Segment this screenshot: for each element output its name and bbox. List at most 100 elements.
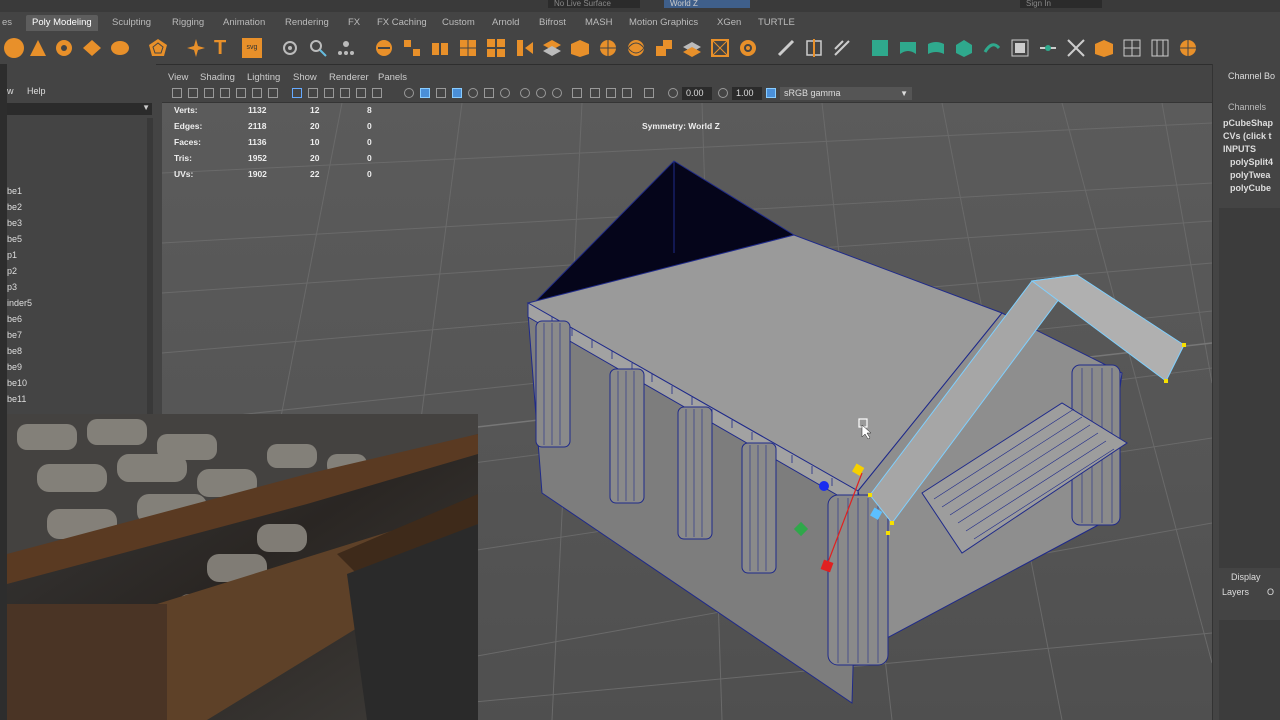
- mirror-icon[interactable]: [514, 38, 534, 58]
- film-gate-icon[interactable]: [252, 88, 262, 98]
- column[interactable]: [741, 442, 777, 574]
- list-item[interactable]: be11: [7, 394, 26, 404]
- input-node[interactable]: polyTwea: [1230, 170, 1270, 180]
- tab-turtle[interactable]: TURTLE: [756, 15, 797, 31]
- color-management-icon[interactable]: [766, 88, 776, 98]
- tab-bifrost[interactable]: Bifrost: [537, 15, 568, 31]
- slide-edge-icon[interactable]: [832, 38, 852, 58]
- platonic-solid-icon[interactable]: [148, 38, 168, 58]
- xray-components-icon[interactable]: [590, 88, 600, 98]
- tab-es[interactable]: es: [0, 15, 14, 31]
- planar-map-icon[interactable]: [898, 38, 918, 58]
- menu-renderer[interactable]: Renderer: [329, 72, 369, 83]
- separate-icon[interactable]: [402, 38, 422, 58]
- smooth-shade-icon[interactable]: [324, 88, 334, 98]
- grid-toggle-icon[interactable]: [236, 88, 246, 98]
- channels-menu[interactable]: Channels: [1228, 102, 1266, 112]
- field-chart-icon[interactable]: [622, 88, 632, 98]
- cut-uv-icon[interactable]: [1066, 38, 1086, 58]
- list-item[interactable]: be10: [7, 378, 27, 388]
- bridge-icon[interactable]: [542, 38, 562, 58]
- multicut-icon[interactable]: [308, 38, 328, 58]
- tab-arnold[interactable]: Arnold: [490, 15, 521, 31]
- smooth-icon[interactable]: [458, 38, 478, 58]
- camera-attributes-icon[interactable]: [188, 88, 198, 98]
- exposure-field[interactable]: 0.00: [682, 87, 712, 100]
- menu-lighting[interactable]: Lighting: [247, 72, 280, 83]
- display-tab[interactable]: Display: [1231, 572, 1261, 582]
- list-item[interactable]: be9: [7, 362, 22, 372]
- menu-view[interactable]: View: [168, 72, 188, 83]
- sew-icon[interactable]: [1038, 38, 1058, 58]
- gamma-field[interactable]: 1.00: [732, 87, 762, 100]
- uv-grid-sphere-icon[interactable]: [1178, 38, 1198, 58]
- menu-shading[interactable]: Shading: [200, 72, 235, 83]
- outliner-menu-help[interactable]: Help: [27, 86, 46, 96]
- combine-icon[interactable]: [374, 38, 394, 58]
- layers-menu[interactable]: Layers: [1222, 587, 1249, 597]
- backface-icon[interactable]: [484, 88, 494, 98]
- list-item[interactable]: p1: [7, 250, 17, 260]
- list-item[interactable]: be5: [7, 234, 22, 244]
- tab-motion-graphics[interactable]: Motion Graphics: [627, 15, 700, 31]
- wireframe-icon[interactable]: [308, 88, 318, 98]
- isolate-icon[interactable]: [572, 88, 582, 98]
- checker-icon[interactable]: [1010, 38, 1030, 58]
- chevron-down-icon[interactable]: ▼: [142, 103, 150, 112]
- poke-icon[interactable]: [626, 38, 646, 58]
- outliner-menu-show[interactable]: w: [7, 86, 14, 96]
- tab-mash[interactable]: MASH: [583, 15, 614, 31]
- poly-torus-icon[interactable]: [54, 38, 74, 58]
- tab-rigging[interactable]: Rigging: [170, 15, 206, 31]
- world-field[interactable]: World Z: [664, 0, 750, 8]
- manipulator-z-handle[interactable]: [819, 481, 829, 491]
- color-space-select[interactable]: sRGB gamma ▼: [780, 87, 912, 100]
- column[interactable]: [535, 320, 571, 448]
- tab-custom[interactable]: Custom: [440, 15, 477, 31]
- extrude-icon[interactable]: [570, 38, 590, 58]
- options-menu[interactable]: O: [1267, 587, 1274, 597]
- uv-shell-icon[interactable]: [1094, 38, 1114, 58]
- xray-icon[interactable]: [468, 88, 478, 98]
- live-surface-field[interactable]: No Live Surface: [548, 0, 640, 8]
- menu-panels[interactable]: Panels: [378, 72, 407, 83]
- bevel-icon[interactable]: [598, 38, 618, 58]
- tab-fx[interactable]: FX: [346, 15, 362, 31]
- layout-uv-icon[interactable]: [1122, 38, 1142, 58]
- list-item[interactable]: be7: [7, 330, 22, 340]
- xray-joints-icon[interactable]: [436, 88, 446, 98]
- motion-blur-icon[interactable]: [520, 88, 530, 98]
- spherical-map-icon[interactable]: [954, 38, 974, 58]
- anti-aliasing-icon[interactable]: [536, 88, 546, 98]
- poly-sphere-icon[interactable]: [4, 38, 24, 58]
- uv-editor-icon[interactable]: [870, 38, 890, 58]
- shadows-icon[interactable]: [404, 88, 414, 98]
- tab-fx-caching[interactable]: FX Caching: [375, 15, 429, 31]
- isolate-select-icon[interactable]: [452, 88, 462, 98]
- list-item[interactable]: be2: [7, 202, 22, 212]
- extract-icon[interactable]: [430, 38, 450, 58]
- reduce-icon[interactable]: [486, 38, 506, 58]
- input-node[interactable]: polyCube: [1230, 183, 1271, 193]
- poly-plane-icon[interactable]: [82, 38, 102, 58]
- outliner-scrollbar[interactable]: [147, 118, 153, 414]
- tab-xgen[interactable]: XGen: [715, 15, 743, 31]
- edge-loop-icon[interactable]: [804, 38, 824, 58]
- center-pivot-icon[interactable]: [336, 38, 356, 58]
- tab-animation[interactable]: Animation: [221, 15, 267, 31]
- fill-hole-icon[interactable]: [738, 38, 758, 58]
- poly-disc-icon[interactable]: [110, 38, 130, 58]
- input-node[interactable]: polySplit4: [1230, 157, 1273, 167]
- list-item[interactable]: be6: [7, 314, 22, 324]
- poly-cone-icon[interactable]: [28, 38, 48, 58]
- list-item[interactable]: be1: [7, 186, 22, 196]
- column[interactable]: [609, 368, 645, 504]
- resolution-gate-icon[interactable]: [268, 88, 278, 98]
- unfold-icon[interactable]: [982, 38, 1002, 58]
- list-item[interactable]: be8: [7, 346, 22, 356]
- shape-node[interactable]: pCubeShap: [1223, 118, 1273, 128]
- sign-in-button[interactable]: Sign In: [1020, 0, 1102, 8]
- quad-draw-icon[interactable]: [776, 38, 796, 58]
- menu-show[interactable]: Show: [293, 72, 317, 83]
- wireframe-on-shaded-icon[interactable]: [340, 88, 350, 98]
